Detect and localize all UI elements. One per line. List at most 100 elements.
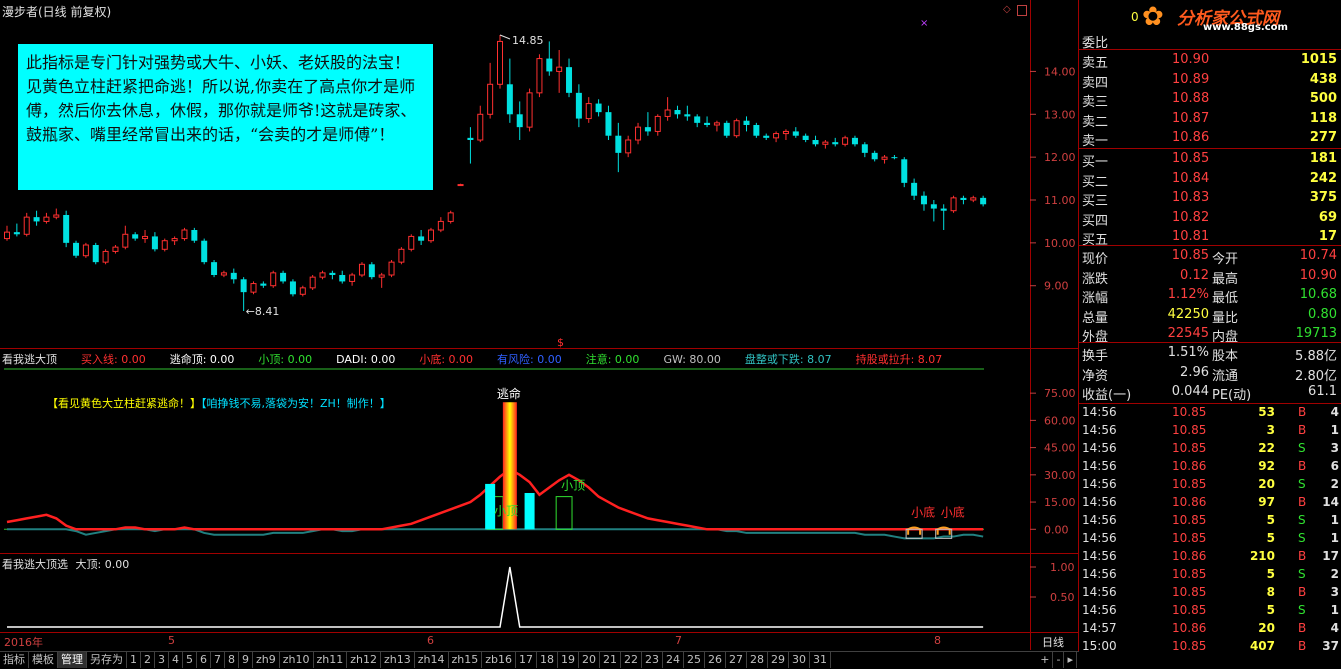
bottom-tab[interactable]: 26 — [705, 652, 727, 668]
tick-price: 10.85 — [1172, 639, 1207, 653]
bottom-tab[interactable]: zh15 — [449, 652, 483, 668]
bottom-tab[interactable]: zh14 — [415, 652, 449, 668]
bottom-tab[interactable]: zh10 — [280, 652, 314, 668]
price-ytick-label: 12.00 — [1044, 151, 1076, 164]
quote-separator — [1079, 49, 1341, 50]
bottom-tab[interactable]: 2 — [141, 652, 155, 668]
bottom-tab[interactable]: 29 — [768, 652, 790, 668]
price-chart[interactable]: 9.00 10.00 11.00 12.00 13.00 14.00 14.85 ←8.41 $… — [0, 0, 1079, 348]
candle-body — [299, 287, 306, 295]
bottom-tab[interactable]: zh13 — [381, 652, 415, 668]
bottom-tab[interactable]: zh12 — [347, 652, 381, 668]
scroll-right-button[interactable]: ▸ — [1064, 652, 1077, 668]
xaxis-month-6: 6 — [427, 634, 434, 647]
stat-value: 2.96 — [1180, 364, 1209, 380]
bottom-tab[interactable]: 8 — [225, 652, 239, 668]
indicator1-item: 持股或拉升: 8.07 — [855, 353, 943, 366]
xaxis-period[interactable]: 日线 — [1042, 634, 1064, 650]
candle-body — [240, 279, 247, 293]
candle-body — [378, 274, 385, 278]
ask-volume: 277 — [1309, 130, 1337, 145]
bottom-tab[interactable]: 25 — [684, 652, 706, 668]
bottom-tab[interactable]: 28 — [747, 652, 769, 668]
indicator1-name: 看我逃大顶 — [2, 353, 57, 366]
tick-side: B — [1298, 549, 1307, 563]
tick-price: 10.85 — [1172, 531, 1207, 545]
bottom-tab[interactable]: 指标 — [0, 652, 29, 668]
bottom-tab[interactable]: 模板 — [29, 652, 58, 668]
candle-body — [595, 103, 602, 113]
tick-time: 14:56 — [1082, 405, 1117, 419]
tick-side: B — [1298, 423, 1307, 437]
main-chart-area[interactable]: 漫步者(日线 前复权) ◇ 此指标是专门针对强势或大牛、小妖、老妖股的法宝！见黄… — [0, 0, 1079, 668]
tick-volume: 5 — [1266, 531, 1275, 545]
tick-side: S — [1298, 567, 1306, 581]
flower-logo-icon: ✿ — [1142, 2, 1164, 32]
bottom-tab[interactable]: zh11 — [314, 652, 348, 668]
bottom-tab[interactable]: 27 — [726, 652, 748, 668]
bottom-tab[interactable]: 22 — [621, 652, 643, 668]
bottom-tab[interactable]: 24 — [663, 652, 685, 668]
candle-body — [260, 283, 267, 286]
candle-body — [842, 137, 849, 145]
candle-body — [871, 152, 878, 160]
bottom-tab[interactable]: 9 — [239, 652, 253, 668]
candle-body — [773, 133, 780, 139]
tick-price: 10.86 — [1172, 621, 1207, 635]
bottom-tab[interactable]: 31 — [810, 652, 832, 668]
bottom-tab[interactable]: 5 — [183, 652, 197, 668]
candle-body — [753, 125, 760, 136]
bottom-tab[interactable]: 管理 — [58, 652, 87, 668]
bottom-tab[interactable]: 6 — [197, 652, 211, 668]
candle-body — [704, 122, 711, 125]
bottom-tab[interactable]: 3 — [155, 652, 169, 668]
bottom-tab[interactable]: 另存为 — [87, 652, 127, 668]
zoom-out-button[interactable]: - — [1053, 652, 1065, 668]
tick-volume: 20 — [1258, 477, 1275, 491]
small-top-box — [555, 496, 573, 530]
indicator1-banner: 【看见黄色大立柱赶紧逃命！】【咱挣钱不易,落袋为安！ZH！制作！】 — [47, 395, 391, 411]
candle-body — [635, 126, 642, 141]
bottom-tab[interactable]: 20 — [579, 652, 601, 668]
bottom-tab[interactable]: zh9 — [253, 652, 280, 668]
candle-body — [102, 250, 109, 263]
indicator2-chart[interactable]: 0.50 1.00 — [0, 554, 1079, 632]
bottom-tab[interactable]: 17 — [516, 652, 538, 668]
candle-body — [487, 83, 494, 115]
bottom-tab[interactable]: 4 — [169, 652, 183, 668]
stat-label: 涨跌 — [1082, 271, 1109, 287]
candle-body — [122, 233, 129, 248]
stat-label: PE(动) — [1212, 388, 1252, 403]
tick-count: 1 — [1330, 603, 1339, 617]
tick-side: S — [1298, 603, 1306, 617]
bottom-tab[interactable]: 30 — [789, 652, 811, 668]
bid-price: 10.84 — [1172, 170, 1210, 186]
escape-label: 逃命 — [497, 386, 521, 401]
bid-row: 买三 10.83 375 — [1080, 189, 1341, 209]
bottom-tab[interactable]: 1 — [127, 652, 141, 668]
tick-volume: 5 — [1266, 603, 1275, 617]
candle-body — [782, 130, 789, 135]
tick-price: 10.85 — [1172, 567, 1207, 581]
indicator1-chart[interactable]: 0.0015.0030.0045.0060.0075.00逃命小顶小顶小底 小底 — [0, 349, 1079, 553]
candle-body — [654, 115, 661, 132]
stat-value: 0.80 — [1308, 306, 1337, 322]
bottom-tab[interactable]: 18 — [537, 652, 559, 668]
bottom-tab[interactable]: 23 — [642, 652, 664, 668]
tick-price: 10.86 — [1172, 459, 1207, 473]
tick-row: 14:56 10.86 97 B 14 — [1080, 494, 1341, 513]
indicator1-item: DADI: 0.00 — [336, 353, 396, 366]
bottom-tab[interactable]: zb16 — [482, 652, 517, 668]
price-ytick-label: 14.00 — [1044, 65, 1076, 78]
candle-body — [33, 217, 40, 222]
bottom-tab[interactable]: 7 — [211, 652, 225, 668]
zoom-in-button[interactable]: + — [1037, 652, 1054, 668]
bid-volume: 17 — [1318, 229, 1337, 244]
quote-separator — [1079, 148, 1341, 149]
bottom-tab[interactable]: 21 — [600, 652, 622, 668]
bottom-tab[interactable]: 19 — [558, 652, 580, 668]
candle-body — [309, 276, 316, 289]
stat-value: 42250 — [1167, 306, 1209, 322]
candle-body — [546, 58, 553, 72]
tick-time: 14:56 — [1082, 603, 1117, 617]
